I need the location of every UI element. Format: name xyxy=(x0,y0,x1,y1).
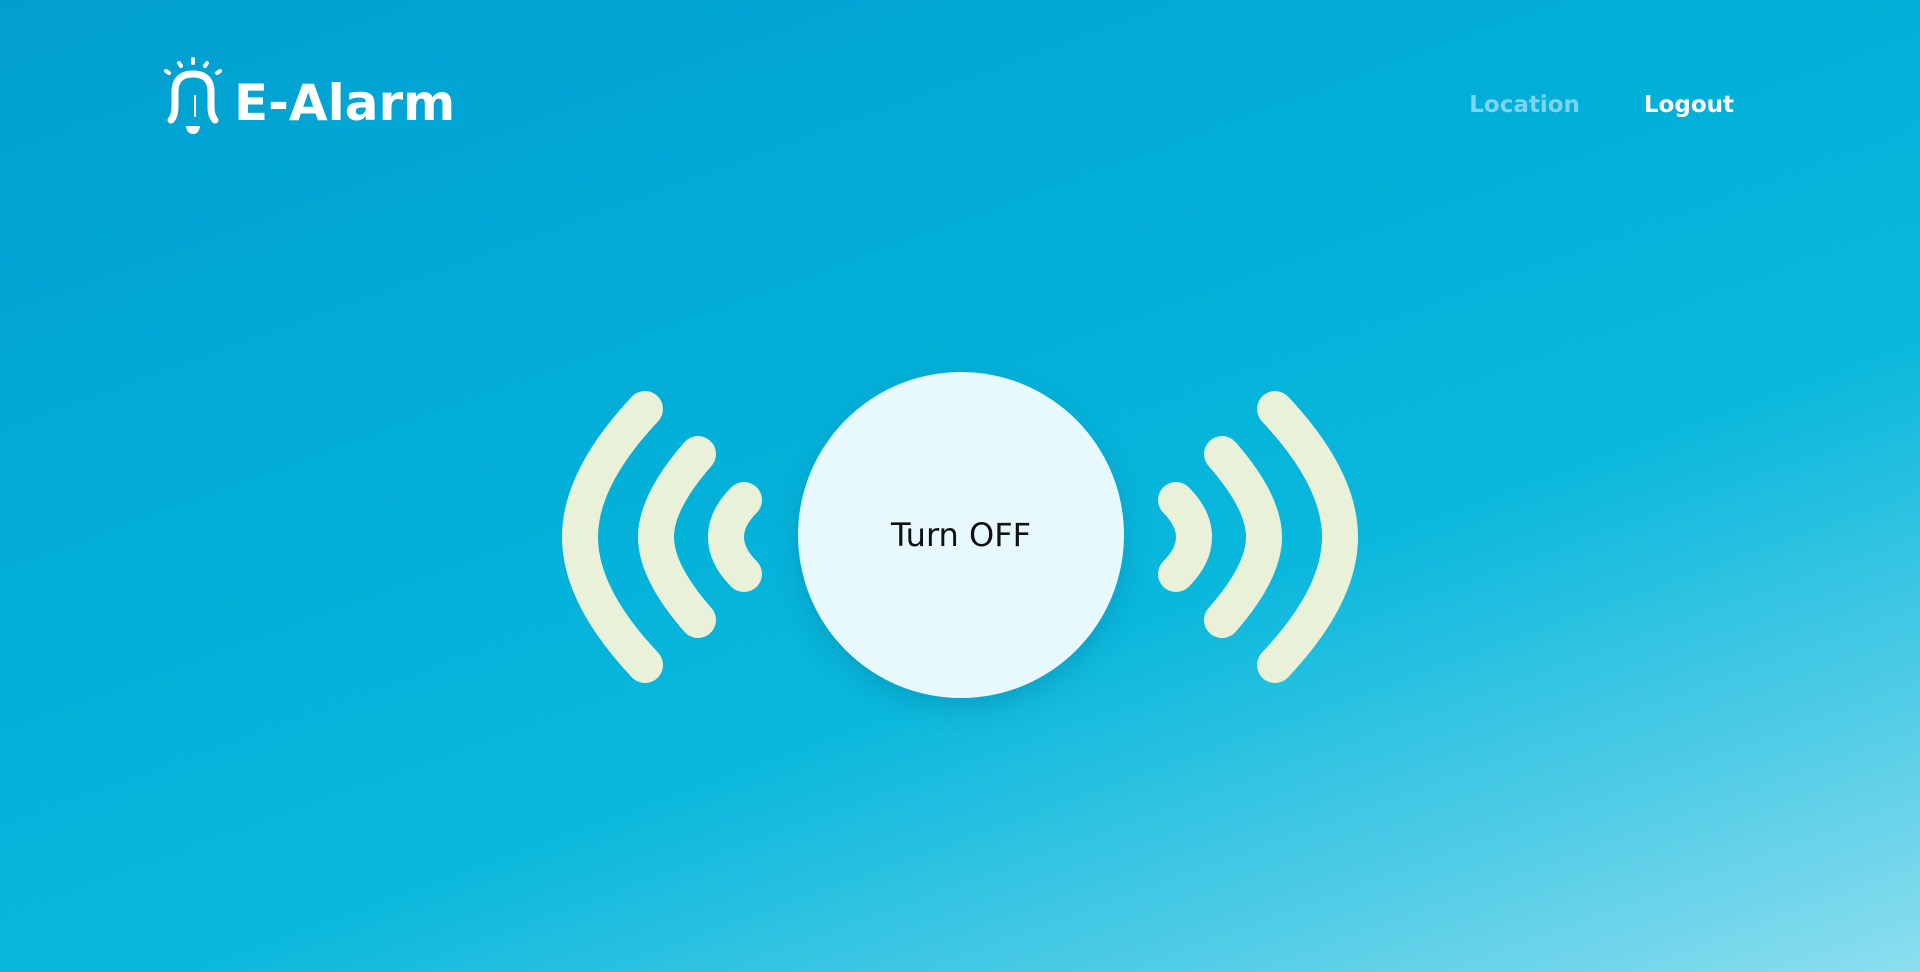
bell-icon xyxy=(164,57,222,134)
wave-left-middle xyxy=(637,436,716,638)
nav-location-link[interactable]: Location xyxy=(1469,92,1580,118)
app-title: E-Alarm xyxy=(234,74,456,132)
top-nav: Location Logout xyxy=(1469,92,1734,118)
wave-left-inner xyxy=(707,482,762,592)
header: E-Alarm Location Logout xyxy=(0,0,1920,200)
nav-logout-link[interactable]: Logout xyxy=(1644,92,1734,118)
wave-left-outer xyxy=(561,391,663,683)
logo[interactable]: E-Alarm xyxy=(158,56,455,140)
wave-right-outer xyxy=(1257,391,1359,683)
alarm-control: Turn OFF xyxy=(560,360,1360,710)
wave-right-middle xyxy=(1204,436,1283,638)
wave-right-inner xyxy=(1158,482,1213,592)
turn-off-button[interactable]: Turn OFF xyxy=(798,372,1124,698)
